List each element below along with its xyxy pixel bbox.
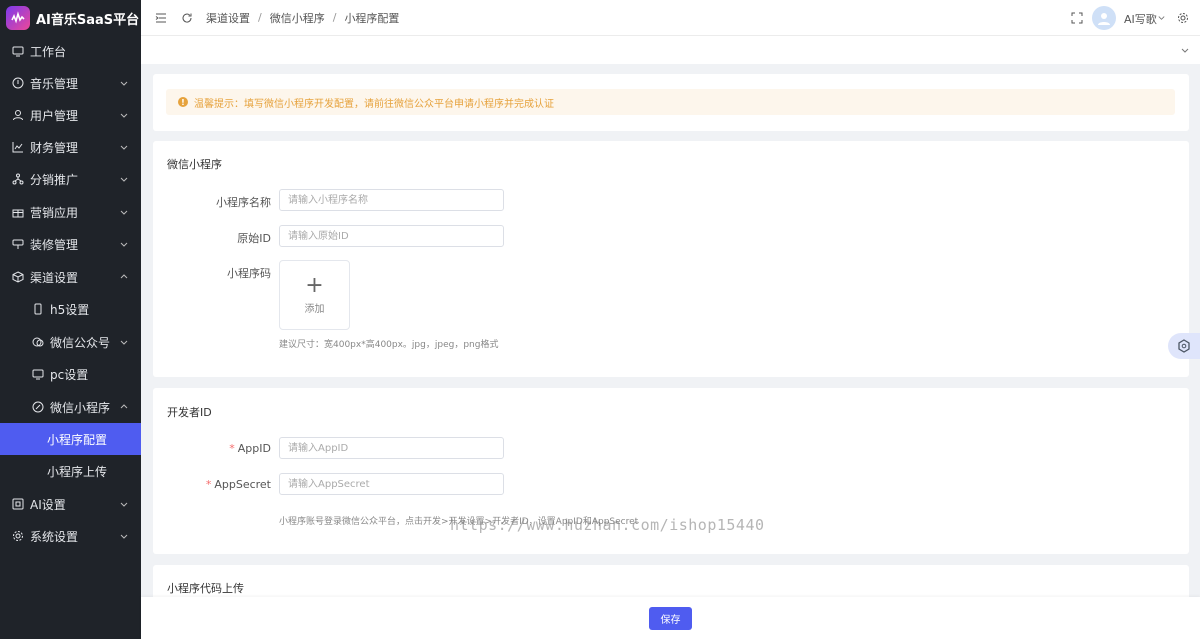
warning-alert: ! 温馨提示：填写微信小程序开发配置，请前往微信公众平台申请小程序并完成认证 [166,89,1175,115]
chevron-down-icon [120,177,128,182]
chevron-down-icon [120,81,128,86]
save-button[interactable]: 保存 [649,606,692,630]
user-icon [12,109,24,121]
sidebar-item-label: 营销应用 [30,205,79,220]
sidebar-item-label: h5设置 [50,302,90,317]
footer-bar: 保存 [141,597,1200,639]
watermark: https://www.huzhan.com/ishop15440 [450,516,765,534]
sidebar-item-distribution[interactable]: 分销推广 [0,163,141,195]
chevron-down-icon [120,340,128,345]
chart-icon [12,141,24,153]
miniprogram-icon [32,401,44,413]
music-icon [12,77,24,89]
sidebar-item-users[interactable]: 用户管理 [0,99,141,131]
upload-label: 添加 [304,303,325,315]
network-icon [12,173,24,185]
origin-id-input[interactable] [279,225,504,247]
section-title: 小程序代码上传 [167,582,244,595]
mini-code-uploader[interactable]: + 添加 [279,260,350,330]
sidebar-item-label: AI设置 [30,497,66,512]
sidebar-item-label: 音乐管理 [30,76,79,91]
breadcrumb-item[interactable]: 微信小程序 [270,10,325,26]
paint-icon [12,238,24,250]
sidebar-item-label: 分销推广 [30,172,79,187]
sidebar-item-h5[interactable]: h5设置 [0,293,141,325]
gear-icon [12,530,24,542]
cube-icon [12,271,24,283]
sidebar-item-label: 微信小程序 [50,400,111,415]
sidebar-item-label: 用户管理 [30,108,79,123]
sidebar-item-channel[interactable]: 渠道设置 [0,261,141,293]
fullscreen-icon[interactable] [1070,11,1084,25]
breadcrumb: 渠道设置 / 微信小程序 / 小程序配置 [206,10,400,26]
plus-icon: + [305,272,324,298]
chevron-down-icon [120,502,128,507]
sidebar-item-wechat-official[interactable]: 微信公众号 [0,326,141,358]
menu-fold-icon[interactable] [154,11,168,25]
appid-input[interactable] [279,437,504,459]
sidebar-item-system[interactable]: 系统设置 [0,520,141,552]
sidebar-item-marketing[interactable]: 营销应用 [0,196,141,228]
monitor-icon [12,45,24,57]
sidebar-item-dashboard[interactable]: 工作台 [0,35,141,67]
sidebar: AI音乐SaaS平台 工作台 音乐管理 用户管理 财务管理 分销推广 营销应用 … [0,0,141,639]
sidebar-item-decoration[interactable]: 装修管理 [0,228,141,260]
tab-bar [141,36,1200,64]
desktop-icon [32,368,44,380]
app-logo-icon [6,6,30,30]
brand[interactable]: AI音乐SaaS平台 [0,0,141,36]
hexagon-icon [1178,339,1190,353]
upload-hint: 建议尺寸：宽400px*高400px。jpg，jpeg，png格式 [279,340,499,350]
user-name[interactable]: AI写歌 [1124,11,1157,27]
chevron-down-icon [120,210,128,215]
appsecret-input[interactable] [279,473,504,495]
chevron-up-icon [120,274,128,279]
sidebar-item-music[interactable]: 音乐管理 [0,67,141,99]
chevron-down-icon[interactable] [1180,45,1190,55]
mini-name-input[interactable] [279,189,504,211]
avatar[interactable] [1092,6,1116,30]
sidebar-item-ai[interactable]: AI设置 [0,488,141,520]
chevron-down-icon [120,145,128,150]
breadcrumb-item: 小程序配置 [344,11,400,25]
sidebar-item-label: 工作台 [30,44,67,59]
gift-icon [12,206,24,218]
sidebar-item-label: 微信公众号 [50,335,111,350]
appid-label: * AppID [229,442,271,455]
mini-name-label: 小程序名称 [216,196,271,209]
sidebar-item-mini-upload[interactable]: 小程序上传 [0,455,141,487]
settings-icon[interactable] [1176,11,1190,25]
appsecret-label: * AppSecret [205,478,271,491]
chevron-down-icon [120,534,128,539]
breadcrumb-item[interactable]: 渠道设置 [206,10,250,26]
sidebar-item-finance[interactable]: 财务管理 [0,131,141,163]
sidebar-item-label: 系统设置 [30,529,79,544]
sidebar-item-label: pc设置 [50,367,89,382]
sidebar-item-label: 小程序上传 [47,464,108,479]
sidebar-item-mini-config[interactable]: 小程序配置 [0,423,141,455]
chevron-down-icon [120,113,128,118]
origin-id-label: 原始ID [237,232,271,245]
chevron-down-icon [120,242,128,247]
sidebar-item-label: 装修管理 [30,237,79,252]
mini-code-label: 小程序码 [227,267,271,280]
chevron-up-icon [120,404,128,409]
section-title: 微信小程序 [167,158,222,171]
sidebar-item-label: 小程序配置 [47,432,108,447]
sidebar-item-label: 渠道设置 [30,270,79,285]
section-title: 开发者ID [167,406,212,419]
top-header: 渠道设置 / 微信小程序 / 小程序配置 AI写歌 [141,0,1200,36]
chevron-down-icon[interactable] [1157,13,1166,22]
phone-icon [32,303,44,315]
warning-icon: ! [178,97,188,107]
floating-assist-button[interactable] [1168,333,1200,359]
ai-icon [12,498,24,510]
sidebar-item-label: 财务管理 [30,140,79,155]
wechat-icon [32,336,44,348]
brand-title: AI音乐SaaS平台 [36,12,140,28]
sidebar-item-pc[interactable]: pc设置 [0,358,141,390]
refresh-icon[interactable] [180,11,194,25]
alert-text: 温馨提示：填写微信小程序开发配置，请前往微信公众平台申请小程序并完成认证 [194,98,554,110]
sidebar-item-wechat-mini[interactable]: 微信小程序 [0,391,141,423]
